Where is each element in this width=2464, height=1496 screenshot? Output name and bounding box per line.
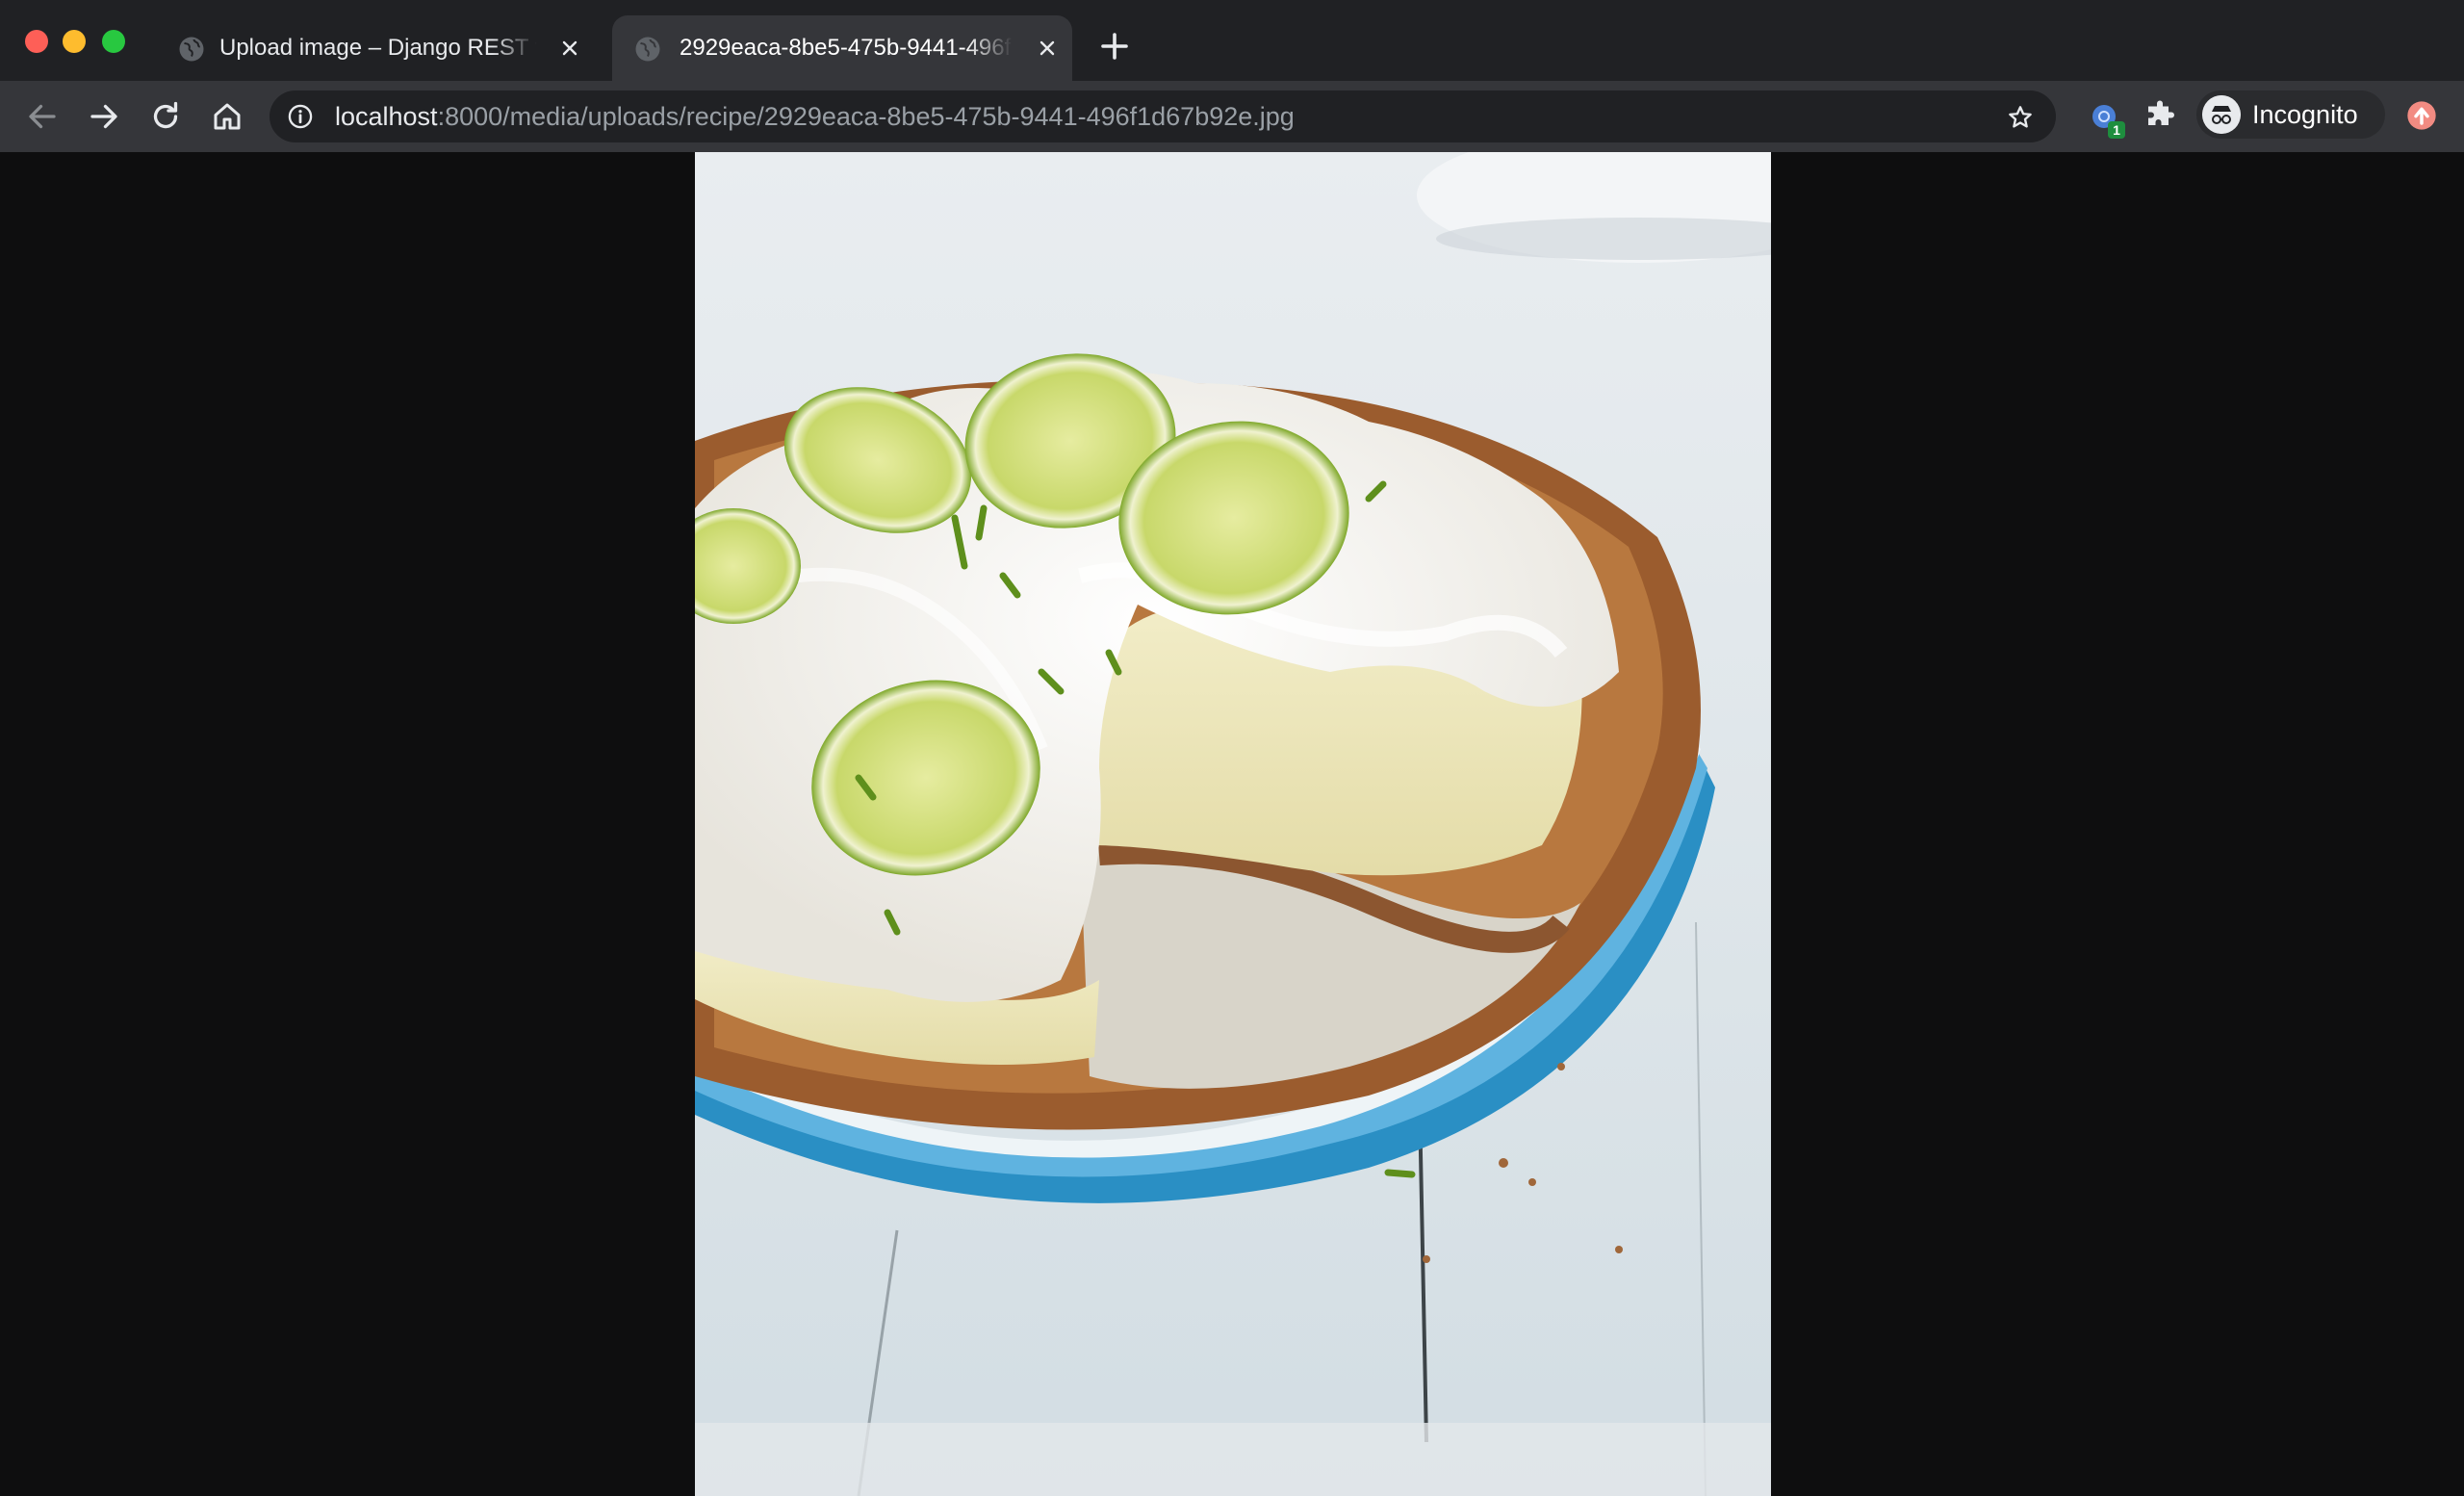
address-bar[interactable]: localhost:8000/media/uploads/recipe/2929… xyxy=(270,90,2056,142)
puzzle-icon[interactable] xyxy=(2143,99,2177,134)
profile-button[interactable]: Incognito xyxy=(2196,90,2385,139)
plus-icon[interactable] xyxy=(1097,29,1132,64)
profile-label: Incognito xyxy=(2252,100,2358,129)
url-host: localhost xyxy=(335,102,438,131)
url-path: :8000/media/uploads/recipe/2929eaca-8be5… xyxy=(437,102,1295,131)
arrow-left-icon[interactable] xyxy=(25,99,60,134)
globe-icon xyxy=(635,37,660,62)
info-icon[interactable] xyxy=(287,103,314,130)
globe-icon xyxy=(179,37,204,62)
close-icon[interactable] xyxy=(558,37,581,60)
window-minimize-button[interactable] xyxy=(63,30,86,53)
address-url[interactable]: localhost:8000/media/uploads/recipe/2929… xyxy=(335,90,1295,142)
key-lime-pie-photo xyxy=(695,152,1771,1496)
incognito-icon xyxy=(2202,95,2241,134)
update-arrow-icon[interactable] xyxy=(2406,100,2437,131)
home-icon[interactable] xyxy=(210,99,244,134)
page-viewport xyxy=(0,152,2464,1496)
extension-badge-count: 1 xyxy=(2113,122,2120,138)
pie-image xyxy=(695,152,1771,1496)
reload-icon[interactable] xyxy=(148,99,183,134)
star-icon[interactable] xyxy=(2006,103,2035,132)
tab-title: Upload image – Django REST framework xyxy=(219,35,537,61)
tab-title: 2929eaca-8be5-475b-9441-496f1d67b92e.jpg xyxy=(680,35,1013,61)
arrow-right-icon[interactable] xyxy=(87,99,121,134)
window-maximize-button[interactable] xyxy=(102,30,125,53)
close-icon[interactable] xyxy=(1036,37,1059,60)
tab-image-file[interactable]: 2929eaca-8be5-475b-9441-496f1d67b92e.jpg xyxy=(612,15,1072,81)
window-close-button[interactable] xyxy=(25,30,48,53)
browser-window: Upload image – Django REST framework 292… xyxy=(0,0,2464,1496)
extension-button[interactable]: 1 xyxy=(2089,100,2127,139)
tab-strip: Upload image – Django REST framework 292… xyxy=(0,0,2464,82)
tab-upload-image[interactable]: Upload image – Django REST framework xyxy=(164,15,606,81)
